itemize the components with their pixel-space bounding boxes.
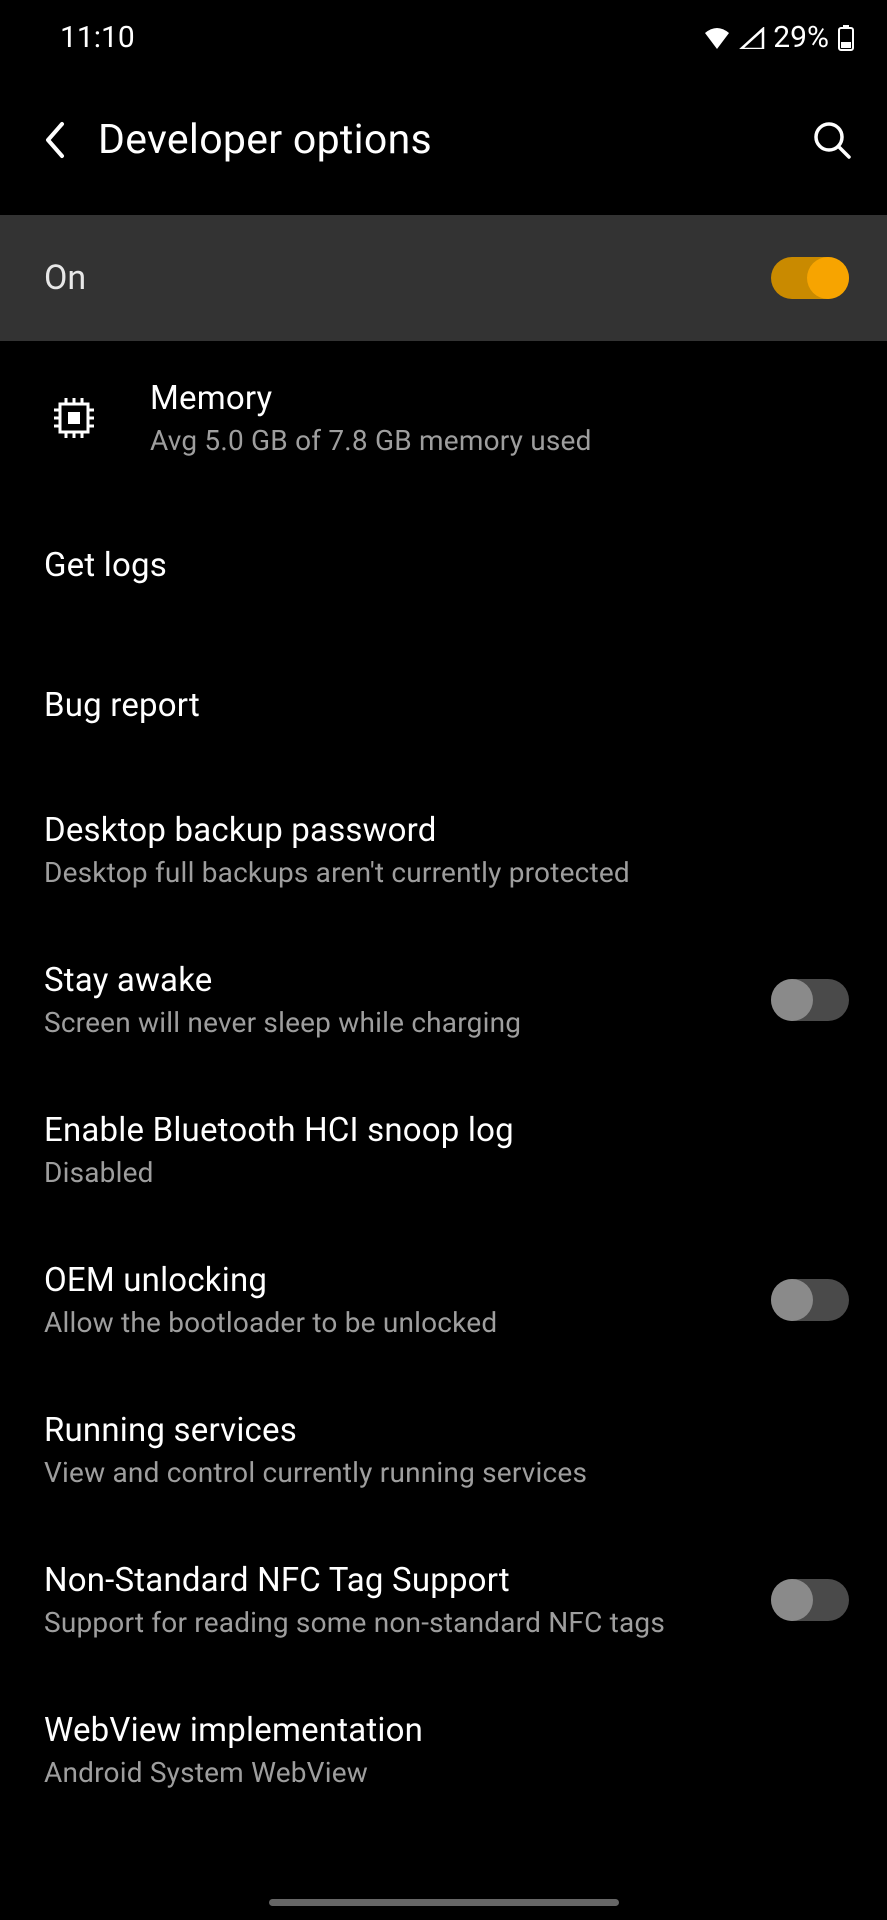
toggle-knob	[771, 1279, 813, 1321]
nfc-tag-toggle[interactable]	[771, 1579, 849, 1621]
master-toggle-switch[interactable]	[771, 257, 849, 299]
stay-awake-toggle[interactable]	[771, 979, 849, 1021]
master-toggle-row[interactable]: On	[0, 215, 887, 341]
setting-text: Running services View and control curren…	[44, 1411, 849, 1489]
setting-subtitle: Support for reading some non-standard NF…	[44, 1606, 751, 1639]
setting-text: Get logs	[44, 546, 849, 585]
status-time: 11:10	[60, 20, 135, 55]
battery-percent: 29%	[773, 20, 829, 55]
status-right: 29%	[703, 20, 855, 55]
setting-title: Get logs	[44, 546, 849, 585]
setting-item-stay-awake[interactable]: Stay awake Screen will never sleep while…	[0, 925, 887, 1075]
setting-item-nfc-tag[interactable]: Non-Standard NFC Tag Support Support for…	[0, 1525, 887, 1675]
back-button[interactable]	[30, 115, 80, 165]
setting-item-bluetooth-hci[interactable]: Enable Bluetooth HCI snoop log Disabled	[0, 1075, 887, 1225]
search-icon	[812, 120, 852, 160]
chevron-left-icon	[42, 120, 68, 160]
setting-item-desktop-backup[interactable]: Desktop backup password Desktop full bac…	[0, 775, 887, 925]
setting-text: Bug report	[44, 686, 849, 725]
setting-text: Non-Standard NFC Tag Support Support for…	[44, 1561, 751, 1639]
wifi-icon	[703, 27, 731, 49]
setting-title: Running services	[44, 1411, 849, 1450]
setting-item-oem-unlocking[interactable]: OEM unlocking Allow the bootloader to be…	[0, 1225, 887, 1375]
toggle-knob	[771, 979, 813, 1021]
setting-item-get-logs[interactable]: Get logs	[0, 495, 887, 635]
master-toggle-label: On	[44, 258, 86, 298]
memory-icon	[44, 388, 104, 448]
toggle-knob	[807, 257, 849, 299]
setting-text: Memory Avg 5.0 GB of 7.8 GB memory used	[150, 379, 849, 457]
status-bar: 11:10 29%	[0, 0, 887, 65]
setting-text: Enable Bluetooth HCI snoop log Disabled	[44, 1111, 849, 1189]
oem-unlocking-toggle[interactable]	[771, 1279, 849, 1321]
toggle-knob	[771, 1579, 813, 1621]
setting-title: Memory	[150, 379, 849, 418]
setting-subtitle: Allow the bootloader to be unlocked	[44, 1306, 751, 1339]
setting-item-webview[interactable]: WebView implementation Android System We…	[0, 1675, 887, 1825]
setting-title: Stay awake	[44, 961, 751, 1000]
page-title: Developer options	[98, 116, 807, 164]
settings-list: Memory Avg 5.0 GB of 7.8 GB memory used …	[0, 341, 887, 1825]
setting-subtitle: Screen will never sleep while charging	[44, 1006, 751, 1039]
setting-item-running-services[interactable]: Running services View and control curren…	[0, 1375, 887, 1525]
nav-bar-indicator[interactable]	[269, 1899, 619, 1906]
setting-title: OEM unlocking	[44, 1261, 751, 1300]
setting-title: Non-Standard NFC Tag Support	[44, 1561, 751, 1600]
setting-subtitle: View and control currently running servi…	[44, 1456, 849, 1489]
search-button[interactable]	[807, 115, 857, 165]
setting-title: Enable Bluetooth HCI snoop log	[44, 1111, 849, 1150]
setting-title: WebView implementation	[44, 1711, 849, 1750]
battery-icon	[837, 24, 855, 52]
setting-title: Desktop backup password	[44, 811, 849, 850]
setting-subtitle: Android System WebView	[44, 1756, 849, 1789]
header: Developer options	[0, 65, 887, 215]
setting-item-bug-report[interactable]: Bug report	[0, 635, 887, 775]
setting-text: WebView implementation Android System We…	[44, 1711, 849, 1789]
signal-icon	[739, 27, 765, 49]
setting-subtitle: Avg 5.0 GB of 7.8 GB memory used	[150, 424, 849, 457]
setting-text: OEM unlocking Allow the bootloader to be…	[44, 1261, 751, 1339]
setting-text: Stay awake Screen will never sleep while…	[44, 961, 751, 1039]
setting-item-memory[interactable]: Memory Avg 5.0 GB of 7.8 GB memory used	[0, 341, 887, 495]
setting-title: Bug report	[44, 686, 849, 725]
setting-subtitle: Disabled	[44, 1156, 849, 1189]
setting-subtitle: Desktop full backups aren't currently pr…	[44, 856, 849, 889]
setting-text: Desktop backup password Desktop full bac…	[44, 811, 849, 889]
